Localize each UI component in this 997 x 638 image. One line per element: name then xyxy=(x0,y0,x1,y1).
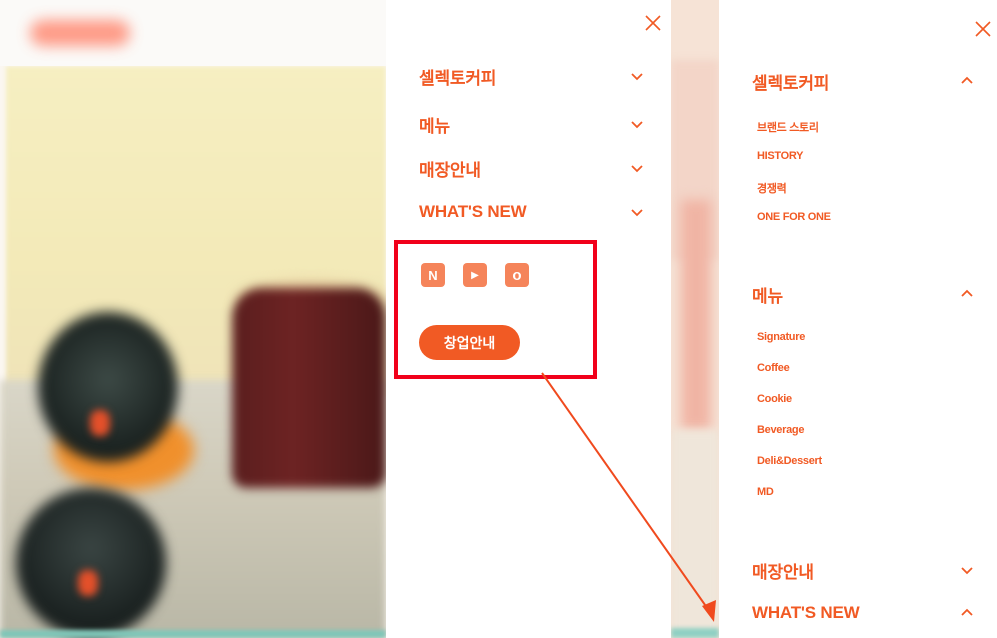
submenu-deli-dessert[interactable]: Deli&Dessert xyxy=(757,455,822,467)
youtube-icon: ▶ xyxy=(471,269,479,281)
submenu-brand-story[interactable]: 브랜드 스토리 xyxy=(757,119,819,135)
franchise-info-button[interactable]: 창업안내 xyxy=(419,325,520,360)
menu-label: 매장안내 xyxy=(419,160,481,180)
instagram-icon: o xyxy=(512,266,522,284)
chevron-down-icon xyxy=(631,121,643,129)
naver-blog-link[interactable]: N xyxy=(421,263,445,287)
menu-item-store-info[interactable]: 매장안내 xyxy=(419,153,644,183)
menu-label: WHAT'S NEW xyxy=(419,202,527,221)
mobile-menu-collapsed xyxy=(386,0,671,638)
submenu-cookie[interactable]: Cookie xyxy=(757,393,792,405)
submenu-one-for-one[interactable]: ONE FOR ONE xyxy=(757,211,831,223)
chevron-down-icon xyxy=(631,165,643,173)
logo-blurred xyxy=(30,20,130,46)
menu-item-selecto-coffee[interactable]: 셀렉토커피 xyxy=(752,66,974,96)
submenu-signature[interactable]: Signature xyxy=(757,331,805,343)
submenu-competitiveness[interactable]: 경쟁력 xyxy=(757,180,787,196)
background-photo-middle xyxy=(671,0,719,638)
menu-item-whats-new[interactable]: WHAT'S NEW xyxy=(419,197,644,227)
chevron-down-icon xyxy=(631,73,643,81)
menu-item-store-info[interactable]: 매장안내 xyxy=(752,555,974,585)
submenu-coffee[interactable]: Coffee xyxy=(757,362,790,374)
chevron-up-icon xyxy=(961,608,973,616)
menu-item-whats-new[interactable]: WHAT'S NEW xyxy=(752,598,974,628)
background-photo-left xyxy=(0,0,386,638)
close-button[interactable] xyxy=(973,19,993,39)
youtube-link[interactable]: ▶ xyxy=(463,263,487,287)
menu-item-selecto-coffee[interactable]: 셀렉토커피 xyxy=(419,61,644,91)
naver-blog-icon: N xyxy=(428,267,438,283)
submenu-beverage[interactable]: Beverage xyxy=(757,424,804,436)
menu-label: 매장안내 xyxy=(752,562,814,582)
menu-label: 셀렉토커피 xyxy=(419,68,497,88)
chevron-down-icon xyxy=(631,209,643,217)
close-button[interactable] xyxy=(643,13,663,33)
submenu-md[interactable]: MD xyxy=(757,486,774,498)
chevron-up-icon xyxy=(961,76,973,84)
menu-label: 메뉴 xyxy=(419,116,450,136)
menu-label: WHAT'S NEW xyxy=(752,603,860,622)
chevron-up-icon xyxy=(961,289,973,297)
menu-item-menu[interactable]: 메뉴 xyxy=(752,279,974,309)
menu-item-menu[interactable]: 메뉴 xyxy=(419,109,644,139)
submenu-history[interactable]: HISTORY xyxy=(757,150,803,162)
menu-label: 셀렉토커피 xyxy=(752,73,830,93)
chevron-down-icon xyxy=(961,567,973,575)
close-icon xyxy=(975,21,991,37)
close-icon xyxy=(645,15,661,31)
menu-label: 메뉴 xyxy=(752,286,783,306)
instagram-link[interactable]: o xyxy=(505,263,529,287)
